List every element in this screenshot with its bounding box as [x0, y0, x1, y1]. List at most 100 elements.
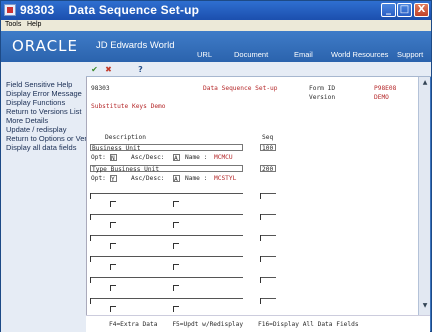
oracle-banner: ORACLE JD Edwards World URL Document Ema… — [1, 31, 431, 62]
field-edge — [173, 264, 174, 270]
exit-field-sensitive-help[interactable]: Field Sensitive Help — [6, 80, 86, 89]
nav-url[interactable]: URL — [197, 50, 212, 59]
exit-update-redisplay[interactable]: Update / redisplay — [6, 125, 86, 134]
field-edge — [260, 256, 261, 262]
description-field-empty[interactable] — [90, 277, 243, 278]
form-id-value: P98E08 — [374, 85, 397, 92]
function-keys-bar: F4=Extra Data F5=Updt w/Redisplay F16=Di… — [86, 315, 430, 332]
field-edge — [110, 222, 111, 228]
ascdesc-value: A — [174, 176, 178, 183]
description-field-empty[interactable] — [90, 214, 243, 215]
description-field[interactable]: Type Business Unit — [90, 165, 243, 173]
exit-display-error-message[interactable]: Display Error Message — [6, 89, 86, 98]
description-field-empty[interactable] — [90, 256, 243, 257]
seq-field-empty[interactable] — [260, 256, 276, 257]
opt-label: Opt: — [91, 154, 106, 161]
oracle-logo: ORACLE — [12, 37, 78, 55]
ascdesc-field[interactable]: A — [173, 175, 180, 183]
function-keys-text: F4=Extra Data F5=Updt w/Redisplay F16=Di… — [109, 321, 359, 328]
exit-return-to-versions-list[interactable]: Return to Versions List — [6, 107, 86, 116]
field-edge — [90, 298, 91, 304]
field-edge — [110, 306, 111, 312]
title-bar: 98303 Data Sequence Set-up _ □ X — [1, 1, 431, 20]
field-edge — [173, 285, 174, 291]
seq-value: 100 — [262, 145, 274, 152]
name-label: Name : — [185, 175, 208, 182]
field-edge — [260, 277, 261, 283]
opt-value: N — [111, 155, 115, 162]
seq-field-empty[interactable] — [260, 298, 276, 299]
exit-display-all-data-fields[interactable]: Display all data fields — [6, 143, 86, 152]
field-edge — [260, 298, 261, 304]
exit-more-details[interactable]: More Details — [6, 116, 86, 125]
nav-world-resources[interactable]: World Resources — [331, 50, 388, 59]
ascdesc-label: Asc/Desc: — [131, 154, 165, 161]
column-description: Description — [105, 134, 146, 141]
field-edge — [90, 193, 91, 199]
menu-tools[interactable]: Tools — [5, 21, 21, 28]
exit-display-functions[interactable]: Display Functions — [6, 98, 86, 107]
help-icon[interactable]: ? — [135, 64, 146, 75]
ascdesc-label: Asc/Desc: — [131, 175, 165, 182]
description-field-empty[interactable] — [90, 235, 243, 236]
ok-icon[interactable]: ✔ — [89, 64, 100, 75]
form-id-label: Form ID — [309, 85, 336, 92]
field-edge — [90, 256, 91, 262]
field-edge — [260, 235, 261, 241]
ascdesc-value: A — [174, 155, 178, 162]
field-edge — [90, 235, 91, 241]
seq-field[interactable]: 200 — [260, 165, 276, 173]
product-name: JD Edwards World — [96, 40, 175, 51]
opt-field[interactable]: N — [110, 154, 117, 162]
menu-help[interactable]: Help — [27, 21, 41, 28]
maximize-button[interactable]: □ — [397, 3, 412, 17]
seq-field-empty[interactable] — [260, 235, 276, 236]
form-area: 98303 Data Sequence Set-up Form ID P98E0… — [86, 77, 418, 315]
field-edge — [260, 214, 261, 220]
scroll-up-icon[interactable]: ▲ — [421, 79, 429, 87]
field-edge — [110, 285, 111, 291]
name-value: MCMCU — [214, 154, 233, 161]
name-label: Name : — [185, 154, 208, 161]
opt-field[interactable]: Y — [110, 175, 117, 183]
exit-panel: Field Sensitive Help Display Error Messa… — [1, 62, 86, 332]
field-edge — [110, 264, 111, 270]
toolbar: ✔ ✖ ? — [86, 62, 431, 77]
vertical-scrollbar[interactable]: ▲ ▼ — [418, 77, 430, 315]
nav-support[interactable]: Support — [397, 50, 423, 59]
field-edge — [173, 222, 174, 228]
description-value: Business Unit — [92, 145, 141, 152]
field-edge — [260, 193, 261, 199]
program-number: 98303 — [91, 85, 110, 92]
description-field[interactable]: Business Unit — [90, 144, 243, 152]
scroll-down-icon[interactable]: ▼ — [421, 302, 429, 310]
field-edge — [110, 243, 111, 249]
nav-email[interactable]: Email — [294, 50, 313, 59]
application-window: 98303 Data Sequence Set-up _ □ X Tools H… — [0, 0, 432, 332]
ascdesc-field[interactable]: A — [173, 154, 180, 162]
close-button[interactable]: X — [414, 3, 429, 17]
screen-title: Data Sequence Set-up — [203, 85, 278, 92]
menu-bar: Tools Help — [1, 20, 431, 31]
seq-field[interactable]: 100 — [260, 144, 276, 152]
description-value: Type Business Unit — [92, 166, 160, 173]
exit-return-to-options[interactable]: Return to Options or Ver — [6, 134, 86, 143]
seq-field-empty[interactable] — [260, 214, 276, 215]
column-seq: Seq — [262, 134, 274, 141]
form-subtitle: Substitute Keys Demo — [91, 103, 166, 110]
nav-document[interactable]: Document — [234, 50, 268, 59]
cancel-icon[interactable]: ✖ — [103, 64, 114, 75]
description-field-empty[interactable] — [90, 193, 243, 194]
seq-field-empty[interactable] — [260, 193, 276, 194]
field-edge — [90, 214, 91, 220]
description-field-empty[interactable] — [90, 298, 243, 299]
seq-field-empty[interactable] — [260, 277, 276, 278]
field-edge — [173, 306, 174, 312]
opt-value: Y — [111, 176, 115, 183]
name-value: MCSTYL — [214, 175, 237, 182]
window-title: 98303 Data Sequence Set-up — [20, 3, 200, 17]
field-edge — [173, 201, 174, 207]
field-edge — [110, 201, 111, 207]
minimize-button[interactable]: _ — [381, 3, 396, 17]
app-icon — [4, 4, 16, 16]
